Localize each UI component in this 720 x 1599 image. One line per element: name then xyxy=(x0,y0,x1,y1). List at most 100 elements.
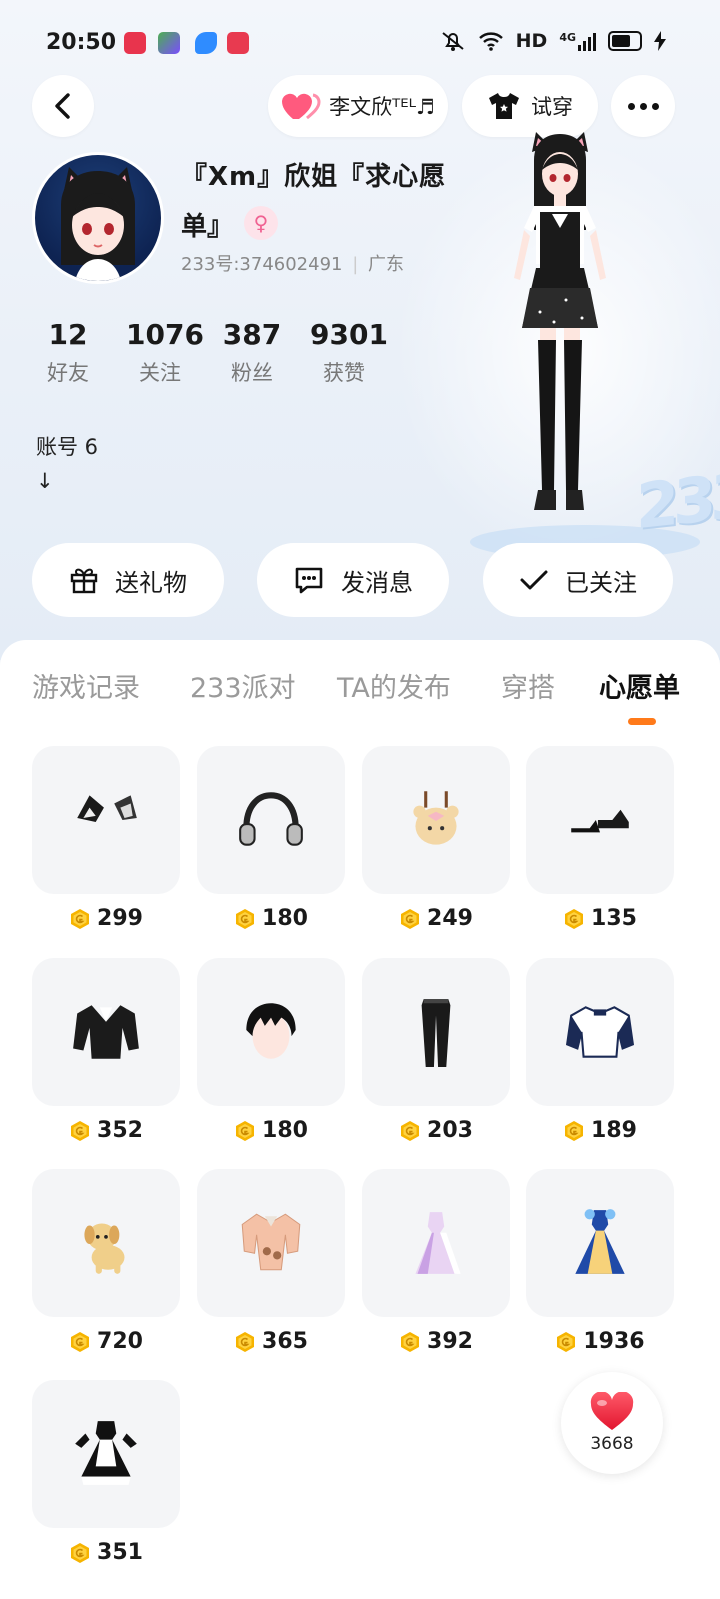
wishlist-item-card[interactable] xyxy=(197,958,345,1106)
likes-received-count: 9301 xyxy=(310,318,388,351)
price-value: 352 xyxy=(97,1118,143,1143)
wishlist-item-card[interactable] xyxy=(526,746,674,894)
try-on-button[interactable]: 试穿 xyxy=(462,75,598,137)
wishlist-item-price: 249 xyxy=(362,906,510,931)
friends-count: 12 xyxy=(48,318,88,351)
price-value: 351 xyxy=(97,1540,143,1565)
price-value: 1936 xyxy=(583,1329,645,1354)
chat-bubble-icon xyxy=(295,567,323,594)
followed-button[interactable]: 已关注 xyxy=(483,543,673,617)
gold-coin-icon xyxy=(565,908,584,929)
gold-coin-icon xyxy=(71,1331,90,1352)
stat-likes[interactable]: 9301 获赞 xyxy=(310,318,388,387)
wishlist-item-price: 180 xyxy=(197,906,345,931)
profile-name: 『Xm』欣姐『求心愿 xyxy=(181,162,447,192)
female-gender-icon: ♀ xyxy=(244,206,278,240)
back-button[interactable] xyxy=(32,75,94,137)
wishlist-item-card[interactable] xyxy=(362,958,510,1106)
followed-label: 已关注 xyxy=(565,568,637,597)
gold-coin-icon xyxy=(236,1120,255,1141)
tab-outfits[interactable]: 穿搭 xyxy=(501,666,555,705)
bear-backpack-icon xyxy=(413,791,459,845)
black-pants-icon xyxy=(421,999,451,1067)
shoes-icon xyxy=(571,809,629,833)
try-on-label: 试穿 xyxy=(531,95,573,119)
bio-line: 账号 6 xyxy=(36,435,99,459)
wishlist-item-card[interactable] xyxy=(526,1169,674,1317)
avatar-character-icon xyxy=(61,167,135,281)
send-message-label: 发消息 xyxy=(341,568,413,597)
send-message-button[interactable]: 发消息 xyxy=(257,543,449,617)
gold-coin-icon xyxy=(71,1542,90,1563)
wishlist-item-price: 135 xyxy=(526,906,674,931)
gold-coin-icon xyxy=(401,908,420,929)
checkmark-icon xyxy=(520,570,548,590)
uid-divider: | xyxy=(352,254,359,275)
wishlist-item-price: 720 xyxy=(32,1329,180,1354)
wishlist-item-card[interactable] xyxy=(32,958,180,1106)
maid-dress-icon xyxy=(75,1421,137,1485)
status-bar: 20:50 HD 4G xyxy=(0,0,720,86)
gold-coin-icon xyxy=(557,1331,576,1352)
fans-count: 387 xyxy=(222,318,282,351)
wishlist-item-card[interactable] xyxy=(32,1380,180,1528)
wishlist-item-card[interactable] xyxy=(32,746,180,894)
stat-friends[interactable]: 12 好友 xyxy=(40,318,96,387)
wishlist-item-card[interactable] xyxy=(362,1169,510,1317)
stat-fans[interactable]: 387 粉丝 xyxy=(222,318,282,387)
wifi-icon xyxy=(478,32,503,51)
wishlist-item-price: 180 xyxy=(197,1118,345,1143)
stat-following[interactable]: 1076 关注 xyxy=(126,318,204,387)
wishlist-item-price: 203 xyxy=(362,1118,510,1143)
tab-233-party[interactable]: 233派对 xyxy=(190,666,296,705)
tab-ta-posts[interactable]: TA的发布 xyxy=(337,666,451,705)
jacket-icon xyxy=(565,1006,635,1058)
price-value: 135 xyxy=(591,906,637,931)
avatar[interactable] xyxy=(32,152,164,284)
wishlist-item-card[interactable] xyxy=(197,1169,345,1317)
more-options-button[interactable] xyxy=(611,75,675,137)
gold-coin-icon xyxy=(71,1120,90,1141)
gold-coin-icon xyxy=(236,908,255,929)
user-id: 233号:374602491 | 广东 xyxy=(181,250,404,276)
status-time: 20:50 xyxy=(46,30,117,55)
bio-line: ↓ xyxy=(36,469,54,493)
gold-coin-icon xyxy=(71,908,90,929)
more-dots-icon xyxy=(627,102,659,110)
heart-icon xyxy=(282,93,321,120)
wishlist-item-card[interactable] xyxy=(197,746,345,894)
wishlist-item-card[interactable] xyxy=(526,958,674,1106)
profile-name-continued: 单』 xyxy=(181,212,234,242)
price-value: 365 xyxy=(262,1329,308,1354)
region-text: 广东 xyxy=(368,254,405,275)
network-type-label: HD xyxy=(515,30,548,52)
cat-ears-icon xyxy=(77,795,137,823)
active-tab-indicator xyxy=(628,718,656,725)
uid-text: 233号:374602491 xyxy=(181,254,343,275)
following-label: 关注 xyxy=(139,361,181,385)
tab-game-records[interactable]: 游戏记录 xyxy=(32,666,140,705)
wishlist-item-price: 189 xyxy=(526,1118,674,1143)
bear-hoodie-icon xyxy=(241,1213,301,1271)
profile-song-button[interactable]: 李文欣ᵀᴱᴸ♬ xyxy=(268,75,448,137)
notification-app-icon xyxy=(227,32,249,54)
like-button[interactable]: 3668 xyxy=(561,1372,663,1474)
tab-wishlist[interactable]: 心愿单 xyxy=(599,666,680,705)
wishlist-item-card[interactable] xyxy=(362,746,510,894)
gold-coin-icon xyxy=(401,1331,420,1352)
charging-icon xyxy=(654,31,666,51)
lilac-dress-icon xyxy=(415,1212,461,1274)
puppy-pet-icon xyxy=(84,1223,125,1274)
send-gift-button[interactable]: 送礼物 xyxy=(32,543,224,617)
price-value: 249 xyxy=(427,906,473,931)
avatar-3d-character[interactable] xyxy=(470,130,650,530)
following-count: 1076 xyxy=(126,318,204,351)
chevron-left-icon xyxy=(55,93,70,119)
signal-icon: 4G xyxy=(559,31,596,51)
gold-coin-icon xyxy=(565,1120,584,1141)
signal-label: 4G xyxy=(559,31,576,44)
tshirt-icon xyxy=(489,93,519,119)
price-value: 392 xyxy=(427,1329,473,1354)
profile-song-label: 李文欣ᵀᴱᴸ♬ xyxy=(329,95,435,119)
wishlist-item-card[interactable] xyxy=(32,1169,180,1317)
